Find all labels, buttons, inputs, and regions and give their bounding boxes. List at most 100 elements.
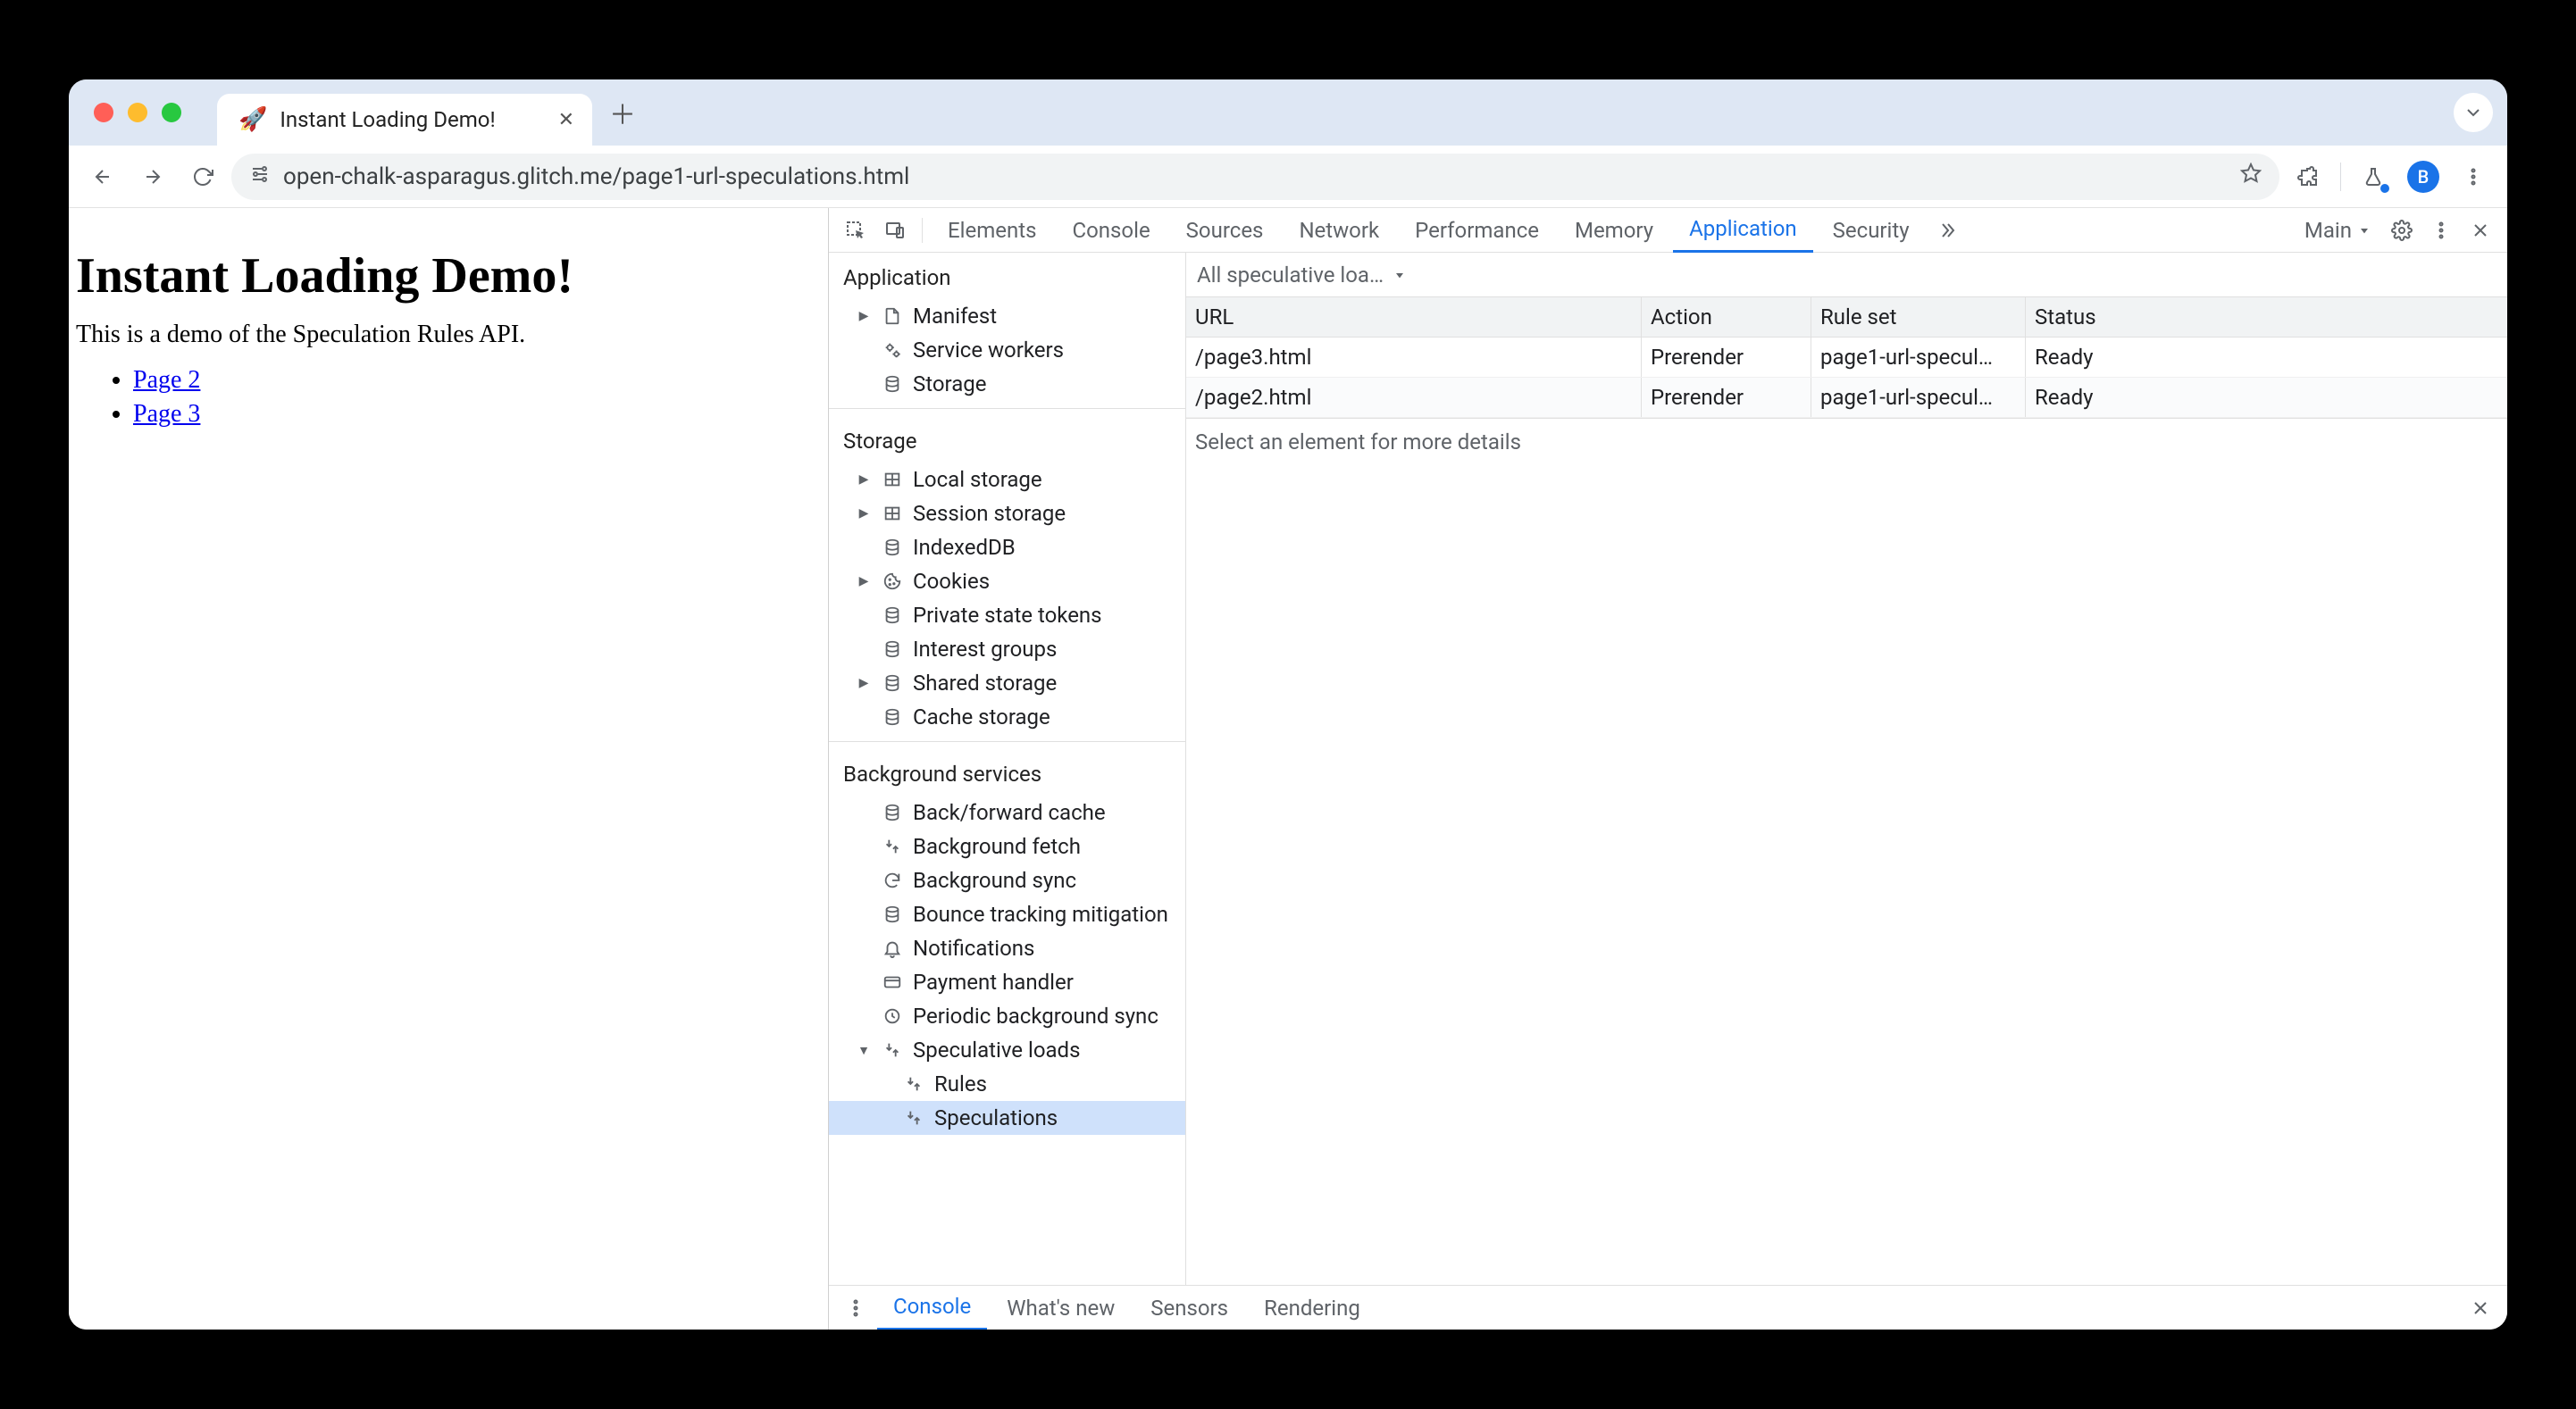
sidebar-item-background-sync[interactable]: Background sync bbox=[829, 863, 1185, 897]
arrows-icon bbox=[902, 1074, 925, 1094]
target-selector[interactable]: Main bbox=[2296, 218, 2380, 243]
sidebar-item-label: Notifications bbox=[913, 936, 1178, 961]
more-tabs-button[interactable] bbox=[1929, 213, 1965, 248]
tab-network[interactable]: Network bbox=[1283, 208, 1395, 253]
drawer-menu-button[interactable] bbox=[838, 1290, 874, 1326]
sidebar-section-title: Background services bbox=[829, 749, 1185, 796]
tab-search-button[interactable] bbox=[2454, 93, 2493, 132]
sidebar-item-private-state-tokens[interactable]: Private state tokens bbox=[829, 598, 1185, 632]
sidebar-item-label: Shared storage bbox=[913, 671, 1178, 696]
sidebar-item-label: Local storage bbox=[913, 467, 1178, 492]
sidebar-item-background-fetch[interactable]: Background fetch bbox=[829, 830, 1185, 863]
tab-security[interactable]: Security bbox=[1817, 208, 1926, 253]
tab-sources[interactable]: Sources bbox=[1170, 208, 1280, 253]
sidebar-item-interest-groups[interactable]: Interest groups bbox=[829, 632, 1185, 666]
menu-button[interactable] bbox=[2452, 155, 2495, 198]
sidebar-item-indexeddb[interactable]: IndexedDB bbox=[829, 530, 1185, 564]
close-window-button[interactable] bbox=[94, 103, 113, 122]
column-action[interactable]: Action bbox=[1642, 297, 1811, 337]
avatar: B bbox=[2407, 161, 2439, 193]
browser-tab[interactable]: 🚀 Instant Loading Demo! ✕ bbox=[217, 94, 592, 146]
devtools-panel: Elements Console Sources Network Perform… bbox=[828, 208, 2507, 1330]
triangle-right-icon[interactable]: ▶ bbox=[856, 676, 872, 690]
triangle-down-icon bbox=[2357, 223, 2371, 238]
chevron-down-icon bbox=[2463, 102, 2484, 123]
tab-application[interactable]: Application bbox=[1673, 208, 1813, 253]
close-icon bbox=[2470, 220, 2491, 241]
address-bar[interactable]: open-chalk-asparagus.glitch.me/page1-url… bbox=[231, 154, 2279, 200]
sidebar-item-speculations[interactable]: Speculations bbox=[829, 1101, 1185, 1135]
page-link[interactable]: Page 3 bbox=[133, 400, 200, 428]
sidebar-item-label: Background sync bbox=[913, 868, 1178, 893]
sidebar-item-label: Service workers bbox=[913, 338, 1178, 363]
triangle-right-icon[interactable]: ▶ bbox=[856, 574, 872, 588]
sidebar-item-storage[interactable]: Storage bbox=[829, 367, 1185, 401]
sidebar-item-label: Session storage bbox=[913, 501, 1178, 526]
close-drawer-button[interactable] bbox=[2463, 1290, 2498, 1326]
db-icon bbox=[881, 538, 904, 557]
sidebar-item-service-workers[interactable]: Service workers bbox=[829, 333, 1185, 367]
arrow-right-icon bbox=[142, 166, 163, 188]
extensions-button[interactable] bbox=[2287, 155, 2329, 198]
inspect-element-button[interactable] bbox=[838, 213, 874, 248]
sidebar-item-notifications[interactable]: Notifications bbox=[829, 931, 1185, 965]
page-viewport[interactable]: Instant Loading Demo! This is a demo of … bbox=[69, 208, 828, 1330]
triangle-right-icon[interactable]: ▶ bbox=[856, 472, 872, 487]
triangle-right-icon[interactable]: ▶ bbox=[856, 309, 872, 323]
sidebar-item-label: Payment handler bbox=[913, 970, 1178, 995]
labs-button[interactable] bbox=[2352, 155, 2395, 198]
drawer-tab-rendering[interactable]: Rendering bbox=[1248, 1286, 1376, 1330]
column-status[interactable]: Status bbox=[2026, 297, 2507, 337]
tab-performance[interactable]: Performance bbox=[1399, 208, 1555, 253]
speculation-filter-select[interactable]: All speculative loa… bbox=[1197, 263, 1407, 288]
back-button[interactable] bbox=[81, 155, 124, 198]
column-ruleset[interactable]: Rule set bbox=[1811, 297, 2026, 337]
profile-button[interactable]: B bbox=[2402, 155, 2445, 198]
device-toolbar-button[interactable] bbox=[877, 213, 913, 248]
drawer-tab-whatsnew[interactable]: What's new bbox=[991, 1286, 1131, 1330]
close-devtools-button[interactable] bbox=[2463, 213, 2498, 248]
triangle-down-icon[interactable]: ▼ bbox=[856, 1043, 872, 1058]
site-settings-icon[interactable] bbox=[249, 163, 271, 190]
minimize-window-button[interactable] bbox=[128, 103, 147, 122]
drawer-tab-sensors[interactable]: Sensors bbox=[1134, 1286, 1244, 1330]
arrows-icon bbox=[902, 1108, 925, 1128]
triangle-right-icon[interactable]: ▶ bbox=[856, 506, 872, 521]
drawer-tab-console[interactable]: Console bbox=[877, 1286, 987, 1330]
table-row[interactable]: /page3.htmlPrerenderpage1-url-specul…Rea… bbox=[1186, 338, 2507, 378]
application-sidebar[interactable]: Application▶ManifestService workersStora… bbox=[829, 253, 1186, 1285]
sidebar-item-cookies[interactable]: ▶Cookies bbox=[829, 564, 1185, 598]
tab-console[interactable]: Console bbox=[1056, 208, 1166, 253]
sidebar-item-label: Periodic background sync bbox=[913, 1004, 1178, 1029]
arrows-icon bbox=[881, 1040, 904, 1060]
sidebar-item-shared-storage[interactable]: ▶ Shared storage bbox=[829, 666, 1185, 700]
close-tab-icon[interactable]: ✕ bbox=[558, 109, 574, 131]
sidebar-item-session-storage[interactable]: ▶ Session storage bbox=[829, 496, 1185, 530]
tab-memory[interactable]: Memory bbox=[1559, 208, 1669, 253]
sidebar-item-bounce-tracking-mitigation[interactable]: Bounce tracking mitigation bbox=[829, 897, 1185, 931]
sidebar-item-cache-storage[interactable]: Cache storage bbox=[829, 700, 1185, 734]
page-heading: Instant Loading Demo! bbox=[69, 247, 828, 304]
column-url[interactable]: URL bbox=[1186, 297, 1642, 337]
bookmark-button[interactable] bbox=[2240, 163, 2262, 190]
cell-url: /page2.html bbox=[1186, 378, 1642, 417]
maximize-window-button[interactable] bbox=[162, 103, 181, 122]
sidebar-item-local-storage[interactable]: ▶ Local storage bbox=[829, 463, 1185, 496]
tab-elements[interactable]: Elements bbox=[932, 208, 1052, 253]
sidebar-item-payment-handler[interactable]: Payment handler bbox=[829, 965, 1185, 999]
table-row[interactable]: /page2.htmlPrerenderpage1-url-specul…Rea… bbox=[1186, 378, 2507, 418]
sidebar-item-back-forward-cache[interactable]: Back/forward cache bbox=[829, 796, 1185, 830]
settings-button[interactable] bbox=[2384, 213, 2420, 248]
sidebar-item-speculative-loads[interactable]: ▼Speculative loads bbox=[829, 1033, 1185, 1067]
sidebar-item-manifest[interactable]: ▶Manifest bbox=[829, 299, 1185, 333]
devtools-menu-button[interactable] bbox=[2423, 213, 2459, 248]
new-tab-button[interactable]: ＋ bbox=[606, 96, 639, 129]
sidebar-item-rules[interactable]: Rules bbox=[829, 1067, 1185, 1101]
forward-button[interactable] bbox=[131, 155, 174, 198]
reload-button[interactable] bbox=[181, 155, 224, 198]
sidebar-item-periodic-background-sync[interactable]: Periodic background sync bbox=[829, 999, 1185, 1033]
cell-status: Ready bbox=[2026, 378, 2507, 417]
page-link[interactable]: Page 2 bbox=[133, 366, 200, 394]
cell-status: Ready bbox=[2026, 338, 2507, 377]
sidebar-section-title: Storage bbox=[829, 416, 1185, 463]
